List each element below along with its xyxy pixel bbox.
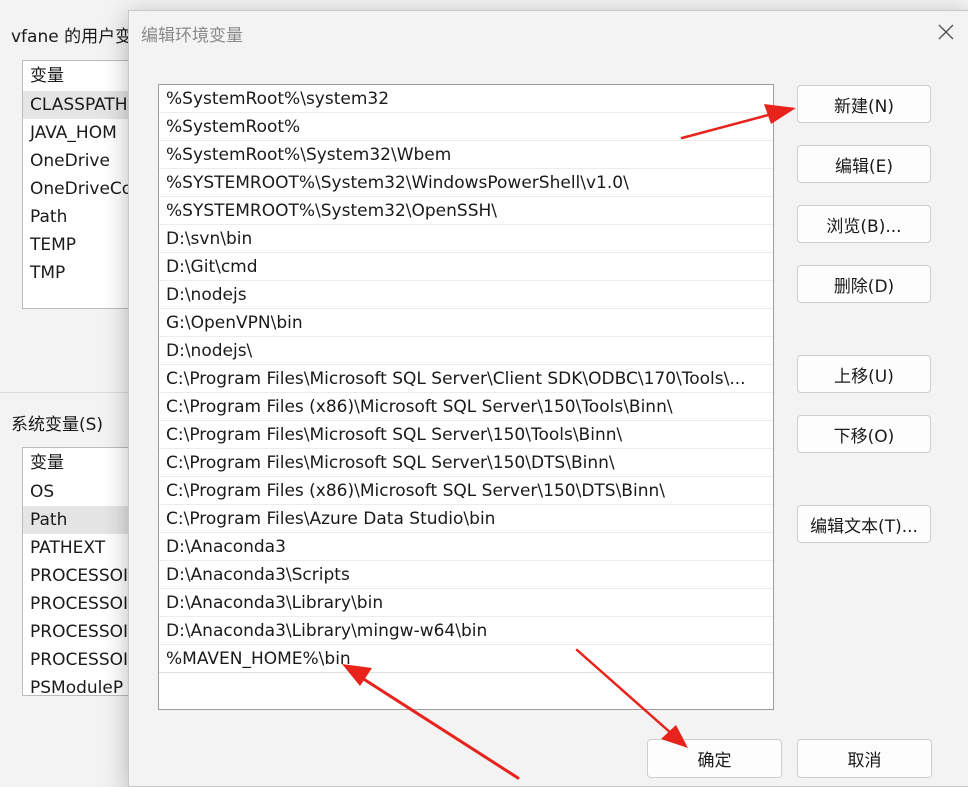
path-entry-row[interactable]: %SystemRoot%\System32\Wbem <box>159 141 773 169</box>
ok-button[interactable]: 确定 <box>647 739 782 778</box>
user-variables-title: vfane 的用户变 <box>11 27 133 47</box>
path-entry-row[interactable]: D:\Anaconda3\Scripts <box>159 561 773 589</box>
move-down-button[interactable]: 下移(O) <box>797 415 931 453</box>
path-entry-row[interactable]: C:\Program Files (x86)\Microsoft SQL Ser… <box>159 393 773 421</box>
path-entry-row[interactable]: D:\Anaconda3 <box>159 533 773 561</box>
browse-button[interactable]: 浏览(B)... <box>797 205 931 243</box>
path-entry-row[interactable]: %SYSTEMROOT%\System32\WindowsPowerShell\… <box>159 169 773 197</box>
path-entry-row[interactable]: C:\Program Files\Azure Data Studio\bin <box>159 505 773 533</box>
edit-text-button[interactable]: 编辑文本(T)... <box>797 505 931 543</box>
edit-environment-variable-dialog: 编辑环境变量 %SystemRoot%\system32 %SystemRoot%… <box>128 10 968 787</box>
path-entry-row[interactable]: D:\Git\cmd <box>159 253 773 281</box>
path-entry-row[interactable]: C:\Program Files (x86)\Microsoft SQL Ser… <box>159 477 773 505</box>
path-entry-row[interactable]: %SystemRoot% <box>159 113 773 141</box>
path-entry-row[interactable]: %SystemRoot%\system32 <box>159 85 773 113</box>
close-icon <box>938 24 954 40</box>
path-entry-row[interactable]: %SYSTEMROOT%\System32\OpenSSH\ <box>159 197 773 225</box>
path-entry-row[interactable]: D:\nodejs <box>159 281 773 309</box>
edit-button[interactable]: 编辑(E) <box>797 145 931 183</box>
path-entry-row[interactable]: D:\svn\bin <box>159 225 773 253</box>
delete-button[interactable]: 删除(D) <box>797 265 931 303</box>
path-entry-row[interactable]: C:\Program Files\Microsoft SQL Server\15… <box>159 449 773 477</box>
move-up-button[interactable]: 上移(U) <box>797 355 931 393</box>
path-entries-list[interactable]: %SystemRoot%\system32 %SystemRoot% %System… <box>158 84 774 710</box>
close-button[interactable] <box>923 11 968 53</box>
path-entry-row[interactable]: D:\nodejs\ <box>159 337 773 365</box>
path-entry-row[interactable]: C:\Program Files\Microsoft SQL Server\15… <box>159 421 773 449</box>
cancel-button[interactable]: 取消 <box>797 739 932 778</box>
path-entry-row[interactable]: G:\OpenVPN\bin <box>159 309 773 337</box>
dialog-title: 编辑环境变量 <box>141 26 243 46</box>
system-variables-title: 系统变量(S) <box>11 415 104 435</box>
path-entry-row[interactable]: D:\Anaconda3\Library\mingw-w64\bin <box>159 617 773 645</box>
dialog-titlebar[interactable]: 编辑环境变量 <box>129 11 968 53</box>
new-button[interactable]: 新建(N) <box>797 85 931 123</box>
path-entry-row[interactable]: %MAVEN_HOME%\bin <box>159 645 773 673</box>
path-entry-row[interactable]: C:\Program Files\Microsoft SQL Server\Cl… <box>159 365 773 393</box>
path-entry-row[interactable]: D:\Anaconda3\Library\bin <box>159 589 773 617</box>
